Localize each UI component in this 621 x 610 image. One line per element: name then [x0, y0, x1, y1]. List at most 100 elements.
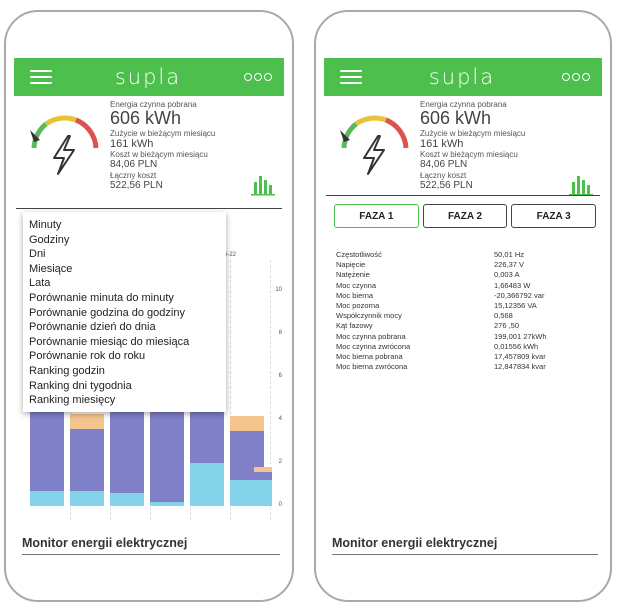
chart-bar — [70, 413, 104, 429]
measurement-value: 1,66483 W — [494, 280, 531, 290]
measurement-label: Moc czynna zwrócona — [336, 341, 411, 351]
month-value: 161 kWh — [420, 138, 464, 151]
measurement-value: 12,847834 kvar — [494, 362, 546, 372]
chart-bar — [254, 471, 272, 481]
measurement-label: Częstotliwość — [336, 250, 382, 259]
total-cost-label: Łączny koszt — [420, 170, 467, 180]
measurement-row: Napięcie 226,37 V — [336, 260, 586, 270]
chart-bar — [190, 463, 224, 506]
chart-y-tick: 6 — [278, 373, 282, 380]
total-cost-value: 522,56 PLN — [110, 180, 163, 192]
chart-bar — [70, 490, 104, 506]
month-cost-value: 84,06 PLN — [110, 159, 158, 171]
measurement-row: Moc czynna 1,66483 W — [336, 281, 586, 291]
chart-bar — [230, 415, 264, 431]
measurement-row: Moc pozorna 15,12356 VA — [336, 301, 586, 311]
dropdown-option[interactable]: Ranking godzin — [29, 364, 226, 379]
summary-divider — [16, 208, 282, 209]
energy-gauge-icon — [340, 115, 409, 175]
hamburger-menu-icon[interactable] — [30, 70, 52, 84]
measurement-row: Natężenie 0,003 A — [336, 270, 586, 280]
month-label: Zużycie w bieżącym miesiącu — [110, 128, 216, 138]
measurement-value: 199,001 27kWh — [494, 331, 547, 341]
measurement-value: 0,003 A — [494, 270, 520, 280]
dropdown-option[interactable]: Godziny — [29, 233, 226, 248]
measurement-value: -20,366792 var — [494, 290, 545, 300]
total-cost-value: 522,56 PLN — [420, 180, 473, 192]
bar-chart-icon[interactable] — [568, 172, 594, 196]
dropdown-option[interactable]: Ranking miesięcy — [29, 393, 226, 408]
tab-faza-1[interactable]: FAZA 1 — [334, 204, 419, 228]
chart-y-tick: 10 — [275, 287, 282, 294]
dropdown-option[interactable]: Lata — [29, 276, 226, 291]
chart-y-tick: 4 — [278, 416, 282, 423]
app-header: supla — [14, 58, 284, 96]
measurement-value: 276 ,50 — [494, 321, 520, 331]
phone-left: supla Energia czynna pobrana 606 kWh Zuż… — [4, 10, 294, 602]
month-cost-label: Koszt w bieżącym miesiącu — [420, 150, 518, 160]
chart-bar — [254, 480, 272, 506]
energy-value: 606 kWh — [110, 108, 182, 129]
dropdown-option[interactable]: Porównanie rok do roku — [29, 349, 226, 364]
bar-chart-icon[interactable] — [250, 172, 276, 196]
measurements-table: Częstotliwość 50,01 Hz Napięcie 226,37 V Nat… — [336, 250, 586, 372]
month-label: Zużycie w bieżącym miesiącu — [420, 128, 526, 138]
measurement-label: Moc pozorna — [336, 300, 380, 310]
phone-right: supla Energia czynna pobrana 606 kWh Zuż… — [314, 10, 612, 602]
dropdown-option[interactable]: Porównanie godzina do godziny — [29, 306, 226, 321]
measurement-value: 15,12356 VA — [494, 300, 537, 310]
measurement-row: Moc czynna pobrana 199,001 27kWh — [336, 332, 586, 342]
period-dropdown[interactable]: Minuty Godziny Dni Miesiące Lata Porównanie m… — [23, 212, 226, 412]
measurement-value: 226,37 V — [494, 260, 525, 270]
footer-divider — [22, 554, 280, 555]
dropdown-option[interactable]: Ranking dni tygodnia — [29, 379, 226, 394]
total-cost-label: Łączny koszt — [110, 170, 157, 180]
chart-bar — [70, 428, 104, 491]
more-options-icon[interactable] — [243, 73, 272, 81]
chart-y-tick: 8 — [278, 330, 282, 337]
measurement-row: Moc bierna pobrana 17,457809 kvar — [336, 352, 586, 362]
tab-faza-2[interactable]: FAZA 2 — [422, 204, 508, 228]
measurement-value: 50,01 Hz — [494, 250, 525, 259]
dropdown-option[interactable]: Minuty — [29, 218, 226, 233]
footer-title: Monitor energii elektrycznej — [332, 536, 498, 550]
energy-value: 606 kWh — [420, 108, 492, 129]
chart-bar — [110, 493, 144, 506]
measurement-value: 0,568 — [494, 311, 513, 321]
measurement-label: Moc czynna — [336, 280, 377, 290]
measurement-label: Moc bierna pobrana — [336, 351, 403, 361]
month-cost-label: Koszt w bieżącym miesiącu — [110, 150, 208, 160]
dropdown-option[interactable]: Porównanie dzień do dnia — [29, 320, 226, 335]
measurement-row: Częstotliwość 50,01 Hz — [336, 250, 586, 260]
tab-faza-3[interactable]: FAZA 3 — [511, 204, 597, 228]
chart-bar — [30, 490, 64, 506]
measurement-label: Moc bierna zwrócona — [336, 362, 408, 372]
energy-gauge-icon — [30, 115, 99, 175]
dropdown-option[interactable]: Dni — [29, 247, 226, 262]
measurement-label: Współczynnik mocy — [336, 311, 402, 321]
measurement-row: Moc bierna zwrócona 12,847834 kvar — [336, 362, 586, 372]
measurement-row: Moc czynna zwrócona 0,01556 kWh — [336, 342, 586, 352]
measurement-row: Moc bierna -20,366792 var — [336, 291, 586, 301]
footer-divider — [332, 554, 598, 555]
energy-summary: Energia czynna pobrana 606 kWh Zużycie w… — [326, 100, 600, 208]
chart-bar — [150, 501, 184, 506]
energy-summary: Energia czynna pobrana 606 kWh Zużycie w… — [16, 100, 282, 208]
app-title: supla — [428, 65, 496, 89]
dropdown-option[interactable]: Porównanie minuta do minuty — [29, 291, 226, 306]
chart-y-tick: 2 — [278, 459, 282, 466]
measurement-label: Moc czynna pobrana — [336, 331, 406, 341]
measurement-label: Natężenie — [336, 270, 370, 280]
phase-tabs: FAZA 1 FAZA 2 FAZA 3 — [334, 204, 597, 228]
measurement-value: 17,457809 kvar — [494, 351, 546, 361]
hamburger-menu-icon[interactable] — [340, 70, 362, 84]
dropdown-option[interactable]: Miesiące — [29, 262, 226, 277]
measurement-row: Kąt fazowy 276 ,50 — [336, 321, 586, 331]
app-header: supla — [324, 58, 602, 96]
measurement-label: Moc bierna — [336, 290, 374, 300]
measurement-row: Współczynnik mocy 0,568 — [336, 311, 586, 321]
more-options-icon[interactable] — [561, 73, 590, 81]
app-title: supla — [114, 65, 182, 89]
month-value: 161 kWh — [110, 138, 154, 151]
dropdown-option[interactable]: Porównanie miesiąc do miesiąca — [29, 335, 226, 350]
